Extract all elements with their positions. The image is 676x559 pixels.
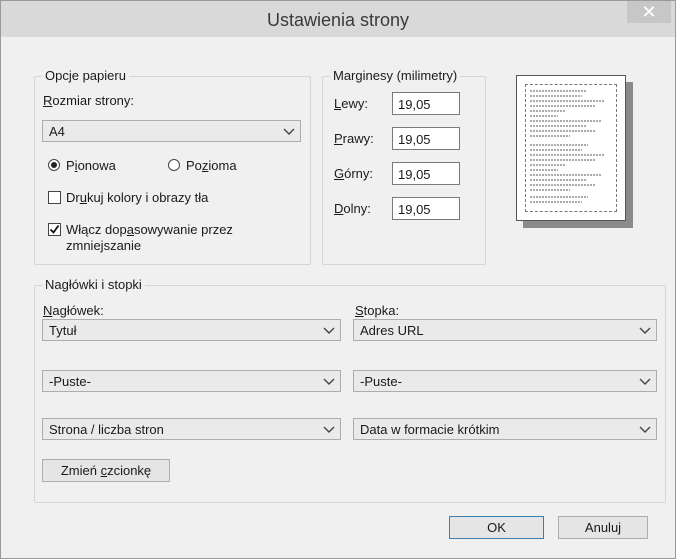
change-font-button[interactable]: Zmień czcionkę bbox=[42, 459, 170, 482]
footer-select-3[interactable]: Data w formacie krótkim bbox=[353, 418, 657, 440]
header-label-rest: agłówek: bbox=[52, 303, 104, 318]
shrink-text-b: sowywanie przez bbox=[133, 222, 233, 237]
page-size-label-rest: ozmiar strony: bbox=[52, 93, 135, 108]
footer-select-1[interactable]: Adres URL bbox=[353, 319, 657, 341]
orientation-landscape-radio[interactable] bbox=[168, 159, 180, 171]
orientation-portrait-radio[interactable] bbox=[48, 159, 60, 171]
change-font-text-b: zcionkę bbox=[107, 463, 152, 478]
dialog-title: Ustawienia strony bbox=[266, 10, 410, 30]
margin-right-input[interactable]: 19,05 bbox=[392, 127, 460, 150]
page-preview-margins bbox=[525, 84, 617, 212]
footer-select-2[interactable]: -Puste- bbox=[353, 370, 657, 392]
margin-top-rest: órny: bbox=[344, 166, 374, 181]
shrink-to-fit-checkbox[interactable] bbox=[48, 223, 61, 236]
header-label-accel: N bbox=[43, 303, 53, 318]
footer-select-1-value: Adres URL bbox=[360, 323, 424, 338]
shrink-accel: a bbox=[126, 222, 134, 237]
orientation-portrait-label[interactable]: Pionowa bbox=[66, 158, 116, 173]
print-colors-accel: u bbox=[79, 190, 87, 205]
orientation-landscape-text-a: Po bbox=[186, 158, 202, 173]
print-colors-checkbox[interactable] bbox=[48, 191, 61, 204]
chevron-down-icon bbox=[323, 378, 335, 385]
margin-right-accel: P bbox=[334, 131, 343, 146]
footer-label-rest: topka: bbox=[363, 303, 400, 318]
close-button[interactable]: ✕ bbox=[627, 1, 671, 23]
header-select-1-value: Tytuł bbox=[49, 323, 77, 338]
margin-bottom-accel: D bbox=[334, 201, 344, 216]
chevron-down-icon bbox=[323, 327, 335, 334]
header-select-2-value: -Puste- bbox=[49, 374, 91, 389]
margin-left-rest: ewy: bbox=[341, 96, 368, 111]
footer-select-3-value: Data w formacie krótkim bbox=[360, 422, 500, 437]
margin-right-label: Prawy: bbox=[334, 131, 374, 146]
page-size-label: Rozmiar strony: bbox=[43, 93, 134, 108]
header-select-3-value: Strona / liczba stron bbox=[49, 422, 164, 437]
margins-legend: Marginesy (milimetry) bbox=[330, 68, 461, 83]
chevron-down-icon bbox=[639, 327, 651, 334]
margin-bottom-label: Dolny: bbox=[334, 201, 371, 216]
cancel-button[interactable]: Anuluj bbox=[558, 516, 648, 539]
shrink-to-fit-label-line1[interactable]: Włącz dopasowywanie przez bbox=[66, 222, 233, 237]
checkmark-icon bbox=[49, 224, 60, 234]
orientation-landscape-text-b: ioma bbox=[208, 158, 237, 173]
print-colors-text-a: Dr bbox=[66, 190, 80, 205]
chevron-down-icon bbox=[639, 378, 651, 385]
footer-select-2-value: -Puste- bbox=[360, 374, 402, 389]
page-setup-dialog: Ustawienia strony ✕ Opcje papieru Rozmia… bbox=[0, 0, 676, 559]
header-label: Nagłówek: bbox=[43, 303, 104, 318]
orientation-landscape-label[interactable]: Pozioma bbox=[186, 158, 237, 173]
footer-label-accel: S bbox=[355, 303, 364, 318]
print-colors-text-b: kuj kolory i obrazy tła bbox=[86, 190, 209, 205]
title-bar: Ustawienia strony ✕ bbox=[1, 1, 675, 37]
footer-label: Stopka: bbox=[355, 303, 399, 318]
paper-options-legend: Opcje papieru bbox=[42, 68, 129, 83]
header-select-2[interactable]: -Puste- bbox=[42, 370, 341, 392]
margin-top-label: Górny: bbox=[334, 166, 373, 181]
margin-bottom-rest: olny: bbox=[343, 201, 371, 216]
page-size-label-accel: R bbox=[43, 93, 53, 108]
chevron-down-icon bbox=[323, 426, 335, 433]
orientation-portrait-text-a: P bbox=[66, 158, 75, 173]
page-preview-text-lines bbox=[530, 90, 604, 203]
shrink-text-a: Włącz dop bbox=[66, 222, 127, 237]
headers-footers-legend: Nagłówki i stopki bbox=[42, 277, 145, 292]
chevron-down-icon bbox=[283, 128, 295, 135]
header-select-1[interactable]: Tytuł bbox=[42, 319, 341, 341]
change-font-text-a: Zmień bbox=[60, 463, 101, 478]
margin-left-input[interactable]: 19,05 bbox=[392, 92, 460, 115]
margin-top-accel: G bbox=[334, 166, 345, 181]
page-size-select[interactable]: A4 bbox=[42, 120, 301, 142]
header-select-3[interactable]: Strona / liczba stron bbox=[42, 418, 341, 440]
margin-bottom-input[interactable]: 19,05 bbox=[392, 197, 460, 220]
ok-button[interactable]: OK bbox=[449, 516, 544, 539]
chevron-down-icon bbox=[639, 426, 651, 433]
margin-top-input[interactable]: 19,05 bbox=[392, 162, 460, 185]
page-preview bbox=[516, 75, 626, 221]
orientation-portrait-text-b: onowa bbox=[77, 158, 116, 173]
page-size-value: A4 bbox=[49, 124, 65, 139]
margin-left-label: Lewy: bbox=[334, 96, 368, 111]
close-icon: ✕ bbox=[641, 2, 657, 22]
print-colors-label[interactable]: Drukuj kolory i obrazy tła bbox=[66, 190, 208, 205]
shrink-to-fit-label-line2[interactable]: zmniejszanie bbox=[66, 238, 141, 253]
margin-right-rest: rawy: bbox=[342, 131, 374, 146]
